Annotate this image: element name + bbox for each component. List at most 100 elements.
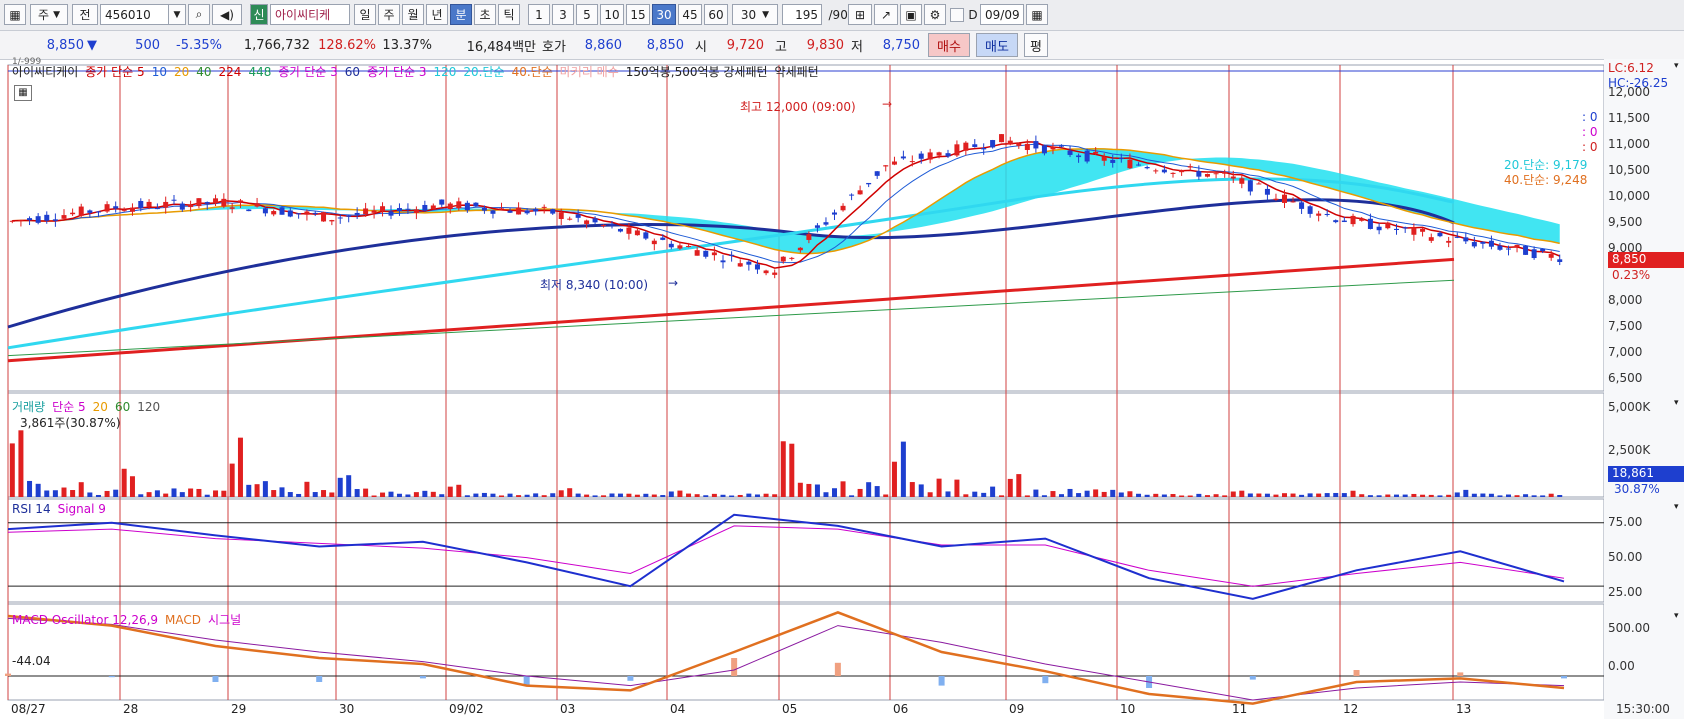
candle-body <box>694 250 700 256</box>
chart-area[interactable] <box>0 59 1684 719</box>
volume-bar <box>1230 491 1236 497</box>
date-input[interactable]: 09/09 <box>980 4 1024 25</box>
volume-legend-item: 단순 5 <box>52 400 86 414</box>
save-icon[interactable]: ▣ <box>900 4 922 25</box>
volume-bar <box>1471 493 1477 497</box>
volume-legend-item: 120 <box>137 400 161 414</box>
candle-body <box>1359 218 1365 221</box>
price-legend-item: 약세패턴 <box>774 65 819 79</box>
volume-bar <box>729 495 735 497</box>
volume-bar <box>9 443 15 497</box>
eval-button[interactable]: 평 <box>1024 33 1048 57</box>
layout-icon[interactable]: ▦ <box>4 4 26 25</box>
table-icon[interactable]: ▦ <box>14 85 32 101</box>
volume-bar <box>237 437 243 497</box>
candle-body <box>473 202 479 207</box>
volume-bar <box>754 494 760 497</box>
panel-menu-icon[interactable]: ▾ <box>1674 502 1679 512</box>
price-tick: 6,500 <box>1608 371 1643 385</box>
volume-bar <box>763 493 769 497</box>
panel-menu-icon[interactable]: ▾ <box>1674 611 1679 621</box>
interval-45-button[interactable]: 45 <box>678 4 702 25</box>
candle-body <box>797 247 803 251</box>
candle-body <box>1136 164 1142 166</box>
interval-10-button[interactable]: 10 <box>600 4 624 25</box>
zero-mark: : 0 <box>1582 125 1598 139</box>
candle-body <box>806 234 812 240</box>
volume-bar <box>866 482 872 497</box>
volume-bar <box>44 490 50 497</box>
volume-bar <box>909 482 915 497</box>
volume-bar <box>396 493 402 497</box>
volume-bar <box>1402 494 1408 497</box>
volume-bar <box>550 493 556 497</box>
macd-osc-bar <box>5 673 11 676</box>
candle-body <box>1127 159 1133 169</box>
prev-button[interactable]: 전 <box>72 4 98 25</box>
candle-body <box>1385 222 1391 229</box>
volume-bar <box>832 488 837 497</box>
interval-30-button[interactable]: 30 <box>652 4 676 25</box>
volume-tick: 5,000K <box>1608 400 1651 414</box>
period-second-button[interactable]: 초 <box>474 4 496 25</box>
period-month-button[interactable]: 월 <box>402 4 424 25</box>
turnover-rate: 13.37% <box>382 37 432 53</box>
volume-bar <box>954 479 960 497</box>
volume-bar <box>95 494 101 497</box>
volume-bar <box>304 481 310 497</box>
candle-body <box>388 211 394 216</box>
volume-bar <box>213 490 219 497</box>
search-icon[interactable]: ⌕ <box>188 4 210 25</box>
candle-settings-icon[interactable]: ⊞ <box>848 4 872 25</box>
interval-15-button[interactable]: 15 <box>626 4 650 25</box>
x-axis-time: 15:30:00 <box>1616 702 1670 716</box>
period-minute-button[interactable]: 분 <box>450 4 472 25</box>
period-day-button[interactable]: 일 <box>354 4 376 25</box>
candle-body <box>304 211 310 215</box>
calendar-icon[interactable]: ▦ <box>1026 4 1048 25</box>
period-year-button[interactable]: 년 <box>426 4 448 25</box>
volume-bar <box>963 494 969 497</box>
macd-osc-bar <box>212 676 219 682</box>
interval-1-button[interactable]: 1 <box>528 4 550 25</box>
candle-body <box>246 209 252 212</box>
interval-60-button[interactable]: 60 <box>704 4 728 25</box>
volume-bar <box>891 461 897 497</box>
candle-body <box>1497 245 1503 250</box>
code-dropdown-icon[interactable]: ▼ <box>168 4 186 25</box>
period-tick-button[interactable]: 틱 <box>498 4 520 25</box>
d-checkbox[interactable] <box>950 8 964 22</box>
panel-menu-icon[interactable]: ▾ <box>1674 398 1679 408</box>
volume-bar <box>1307 493 1313 497</box>
interval-5-button[interactable]: 5 <box>576 4 598 25</box>
candle-body <box>686 245 692 247</box>
volume-bar <box>1136 493 1142 497</box>
candle-body <box>1350 215 1356 225</box>
candle-body <box>188 205 194 208</box>
interval-3-button[interactable]: 3 <box>552 4 574 25</box>
price-legend-item: 120 <box>433 65 457 79</box>
line-tool-icon[interactable]: ↗ <box>874 4 898 25</box>
volume-bar <box>1454 492 1460 497</box>
hoga-label: 호가 <box>542 39 566 55</box>
buy-button[interactable]: 매수 <box>928 33 970 57</box>
candle-body <box>1324 213 1330 215</box>
gear-icon[interactable]: ⚙ <box>924 4 946 25</box>
period-dropdown[interactable]: 주 ▼ <box>30 4 68 25</box>
panel-menu-icon[interactable]: ▾ <box>1674 61 1679 71</box>
candle-body <box>213 198 219 204</box>
sell-button[interactable]: 매도 <box>976 33 1018 57</box>
volume-bar <box>1463 489 1469 497</box>
period-week-button[interactable]: 주 <box>378 4 400 25</box>
count-input[interactable]: 195 <box>782 4 822 25</box>
volume-bar <box>78 482 84 497</box>
rsi-legend-item: Signal 9 <box>57 502 106 516</box>
interval-dropdown[interactable]: 30 ▼ <box>732 4 778 25</box>
candle-body <box>1557 259 1563 262</box>
speaker-icon[interactable]: ◀) <box>212 4 242 25</box>
stock-name-field[interactable]: 아이씨티케 <box>270 4 350 25</box>
price-tick: 11,500 <box>1608 111 1650 125</box>
volume-bar <box>154 490 160 497</box>
x-axis-label: 03 <box>560 702 576 716</box>
volume-bar <box>927 492 933 497</box>
